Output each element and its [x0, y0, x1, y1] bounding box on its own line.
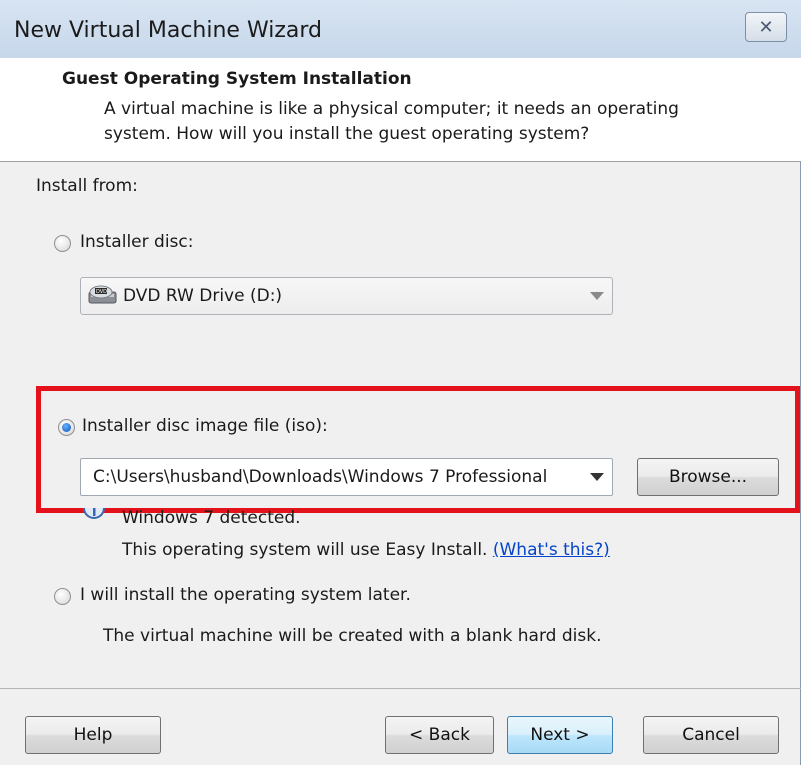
next-button[interactable]: Next >: [507, 716, 613, 754]
close-button[interactable]: ✕: [745, 12, 787, 42]
install-later-radio[interactable]: [54, 588, 71, 605]
footer-divider: [0, 688, 801, 689]
installer-disc-label[interactable]: Installer disc:: [80, 232, 193, 252]
installer-disc-radio[interactable]: [54, 235, 71, 252]
whats-this-link[interactable]: (What's this?): [493, 540, 610, 560]
window-title: New Virtual Machine Wizard: [14, 18, 322, 43]
chevron-down-icon: [590, 292, 604, 300]
install-from-label: Install from:: [36, 176, 138, 196]
wizard-window: New Virtual Machine Wizard ✕ Guest Opera…: [0, 0, 801, 765]
install-later-label[interactable]: I will install the operating system late…: [80, 585, 411, 605]
wizard-header: Guest Operating System Installation A vi…: [0, 58, 801, 162]
close-icon: ✕: [758, 16, 774, 38]
detected-os-text: Windows 7 detected.: [122, 508, 301, 528]
back-button[interactable]: < Back: [385, 716, 494, 754]
easy-install-text: This operating system will use Easy Inst…: [122, 540, 488, 560]
help-button[interactable]: Help: [25, 716, 161, 754]
svg-text:DVD: DVD: [96, 289, 107, 295]
disc-drive-dropdown[interactable]: DVD RW Drive (D:): [80, 277, 613, 315]
cancel-button[interactable]: Cancel: [643, 716, 779, 754]
disc-drive-value: DVD RW Drive (D:): [123, 286, 283, 306]
blank-disk-note: The virtual machine will be created with…: [103, 626, 602, 646]
dvd-drive-icon: DVD: [88, 285, 117, 304]
highlight-annotation-box: [36, 386, 800, 513]
info-icon: [83, 507, 105, 519]
page-title: Guest Operating System Installation: [62, 69, 412, 89]
page-description: A virtual machine is like a physical com…: [104, 99, 679, 144]
easy-install-line: This operating system will use Easy Inst…: [122, 540, 610, 560]
